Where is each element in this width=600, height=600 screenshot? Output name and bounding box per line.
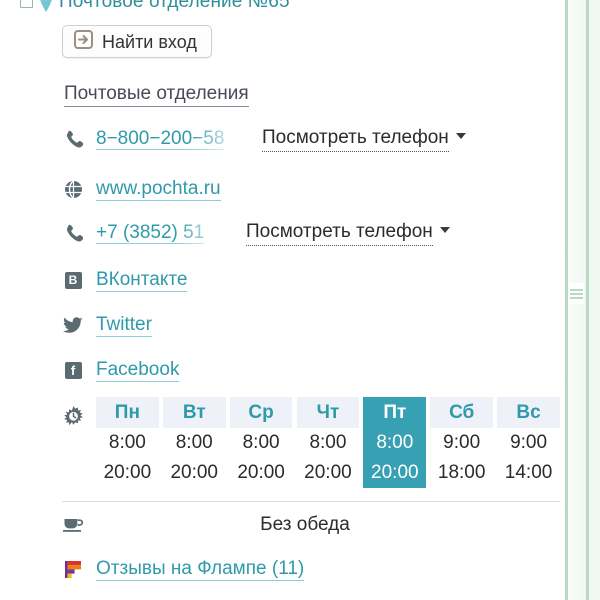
- schedule-day-header: Вт: [162, 397, 226, 428]
- schedule-day-header-today: Пт: [363, 397, 427, 428]
- phone-link[interactable]: 8−800−200−58: [96, 128, 225, 150]
- enter-arrow-icon: [74, 29, 93, 54]
- rail-line-left: [565, 0, 568, 600]
- website-value-container: www.pochta.ru: [96, 178, 560, 201]
- lunch-row: Без обеда: [0, 508, 560, 542]
- map-pin-icon: [39, 0, 53, 12]
- schedule-close-time: 20:00: [304, 462, 352, 483]
- clock-icon: [62, 405, 84, 427]
- facebook-icon: f: [62, 361, 84, 379]
- schedule-close-time: 20:00: [237, 462, 285, 483]
- schedule-day-header: Ср: [229, 397, 293, 428]
- phone-number-clipped: +7 (3852) 51: [96, 222, 232, 244]
- schedule-open-time-today: 8:00: [363, 428, 427, 458]
- lunch-text: Без обеда: [260, 514, 350, 535]
- schedule-day-header: Чт: [296, 397, 360, 428]
- schedule-open-time: 8:00: [309, 432, 347, 453]
- website-link[interactable]: www.pochta.ru: [96, 178, 221, 201]
- schedule-block: Пн Вт Ср Чт Пт Сб Вс 8:00 8:00 8:00 8:00…: [62, 397, 560, 502]
- vk-glyph: B: [64, 271, 82, 289]
- facebook-link[interactable]: Facebook: [96, 359, 180, 382]
- facebook-glyph: f: [64, 361, 82, 379]
- phone-value-container: 8−800−200−58 Посмотреть телефон: [96, 127, 560, 152]
- find-entrance-button[interactable]: Найти вход: [62, 25, 212, 58]
- show-phone-label: Посмотреть телефон: [262, 127, 449, 152]
- schedule-open-time: 8:00: [175, 432, 213, 453]
- schedule-day-header: Вс: [497, 397, 560, 428]
- contact-row-phone-2: +7 (3852) 51 Посмотреть телефон: [0, 216, 560, 250]
- show-phone-label: Посмотреть телефон: [246, 221, 433, 246]
- schedule-day-header: Сб: [430, 397, 494, 428]
- facebook-value-container: Facebook: [96, 359, 560, 382]
- schedule-divider: [62, 501, 560, 502]
- vk-link[interactable]: ВКонтакте: [96, 269, 188, 292]
- grip-line: [570, 292, 583, 295]
- contact-row-facebook: f Facebook: [0, 353, 560, 387]
- vk-icon: B: [62, 271, 84, 289]
- globe-icon: [62, 179, 84, 199]
- schedule-close-time-today: 20:00: [363, 458, 427, 488]
- schedule-open-time: 8:00: [242, 432, 280, 453]
- schedule-open-row: 8:00 8:00 8:00 8:00 8:00 9:00 9:00: [96, 428, 560, 458]
- schedule-table: Пн Вт Ср Чт Пт Сб Вс 8:00 8:00 8:00 8:00…: [96, 397, 560, 488]
- schedule-close-time: 20:00: [103, 462, 152, 483]
- schedule-header-row: Пн Вт Ср Чт Пт Сб Вс: [96, 397, 560, 428]
- contact-row-vk: B ВКонтакте: [0, 263, 560, 297]
- schedule-open-time: 8:00: [108, 432, 146, 453]
- flamp-value-container: Отзывы на Флампе (11): [96, 558, 560, 581]
- rail-grip-handle[interactable]: [569, 283, 584, 304]
- phone-link[interactable]: +7 (3852) 51: [96, 222, 205, 244]
- flamp-reviews-row: Отзывы на Флампе (11): [0, 552, 560, 586]
- phone-icon: [62, 223, 84, 243]
- phone-number-clipped: 8−800−200−58: [96, 128, 248, 150]
- grip-line: [570, 296, 583, 299]
- contact-row-twitter: Twitter: [0, 308, 560, 342]
- phone-value-container: +7 (3852) 51 Посмотреть телефон: [96, 221, 560, 246]
- page-title: Почтовое отделение №65: [59, 0, 290, 12]
- twitter-value-container: Twitter: [96, 314, 560, 337]
- panel-resize-rail[interactable]: [560, 0, 600, 600]
- flamp-reviews-link[interactable]: Отзывы на Флампе (11): [96, 558, 305, 581]
- schedule-close-time: 18:00: [437, 462, 486, 483]
- phone-icon: [62, 129, 84, 149]
- show-phone-button-2[interactable]: Посмотреть телефон: [246, 221, 450, 246]
- twitter-link[interactable]: Twitter: [96, 314, 152, 337]
- find-entrance-label: Найти вход: [102, 31, 197, 52]
- flamp-flag-icon: [62, 560, 84, 578]
- schedule-open-time: 9:00: [510, 432, 548, 453]
- chevron-down-icon: [439, 227, 450, 233]
- vk-value-container: ВКонтакте: [96, 269, 560, 292]
- schedule-close-time: 14:00: [504, 462, 553, 483]
- category-link[interactable]: Почтовые отделения: [64, 83, 249, 107]
- twitter-icon: [62, 316, 84, 334]
- chevron-down-icon: [455, 133, 466, 139]
- contact-row-phone-1: 8−800−200−58 Посмотреть телефон: [0, 122, 560, 156]
- schedule-close-row: 20:00 20:00 20:00 20:00 20:00 18:00 14:0…: [96, 458, 560, 488]
- show-phone-button-1[interactable]: Посмотреть телефон: [262, 127, 466, 152]
- place-info-panel: Почтовое отделение №65 Найти вход Почтов…: [0, 0, 600, 600]
- rail-line-right: [586, 0, 589, 600]
- place-title-row: Почтовое отделение №65: [0, 0, 290, 15]
- schedule-close-time: 20:00: [170, 462, 218, 483]
- panel-content: Почтовое отделение №65 Найти вход Почтов…: [0, 0, 560, 600]
- contact-row-website: www.pochta.ru: [0, 172, 560, 206]
- collapse-checkbox-icon[interactable]: [20, 0, 33, 8]
- grip-line: [570, 288, 583, 291]
- schedule-day-header: Пн: [96, 397, 159, 428]
- schedule-open-time: 9:00: [443, 432, 481, 453]
